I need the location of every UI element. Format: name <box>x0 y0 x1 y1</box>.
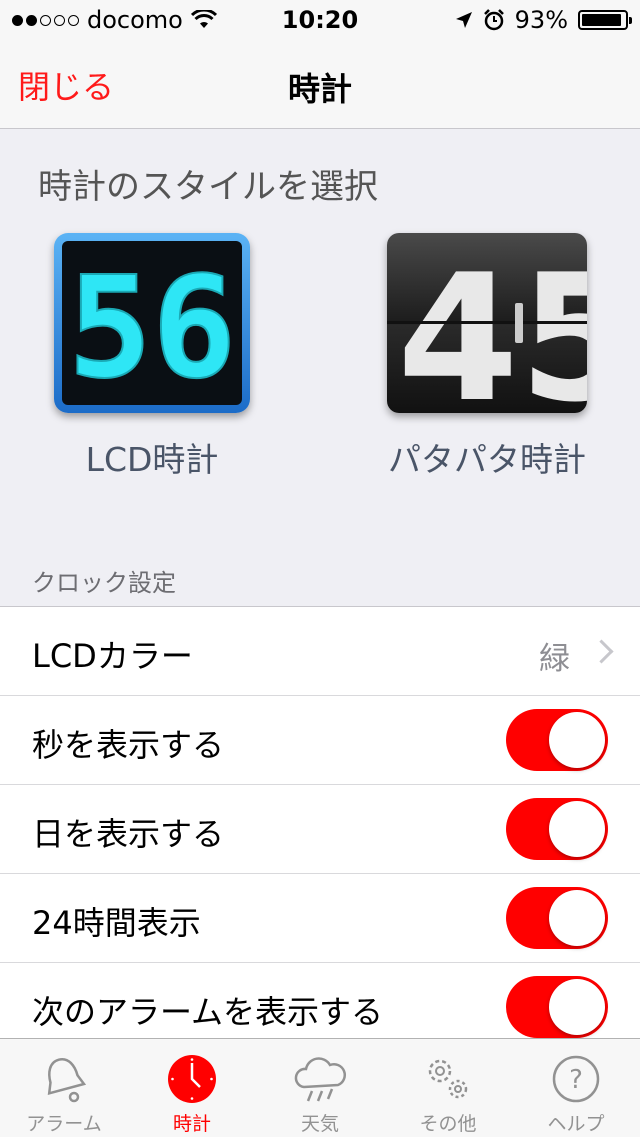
clock-icon <box>164 1051 220 1107</box>
clock-settings-header: クロック設定 <box>32 569 176 597</box>
flip-digits: 45 <box>387 238 587 413</box>
lcd-clock-label: LCD時計 <box>85 440 219 479</box>
flip-clock-label: パタパタ時計 <box>388 440 586 479</box>
status-bar: docomo 10:20 93% <box>0 0 640 40</box>
tab-clock-label: 時計 <box>172 1113 211 1135</box>
lcd-digits: 56 <box>67 248 237 398</box>
tab-alarm-label: アラーム <box>26 1113 102 1135</box>
lcd-clock-preview-icon: 56 <box>54 233 250 413</box>
location-arrow-icon <box>455 12 472 28</box>
lcd-color-value: 緑 <box>539 641 570 677</box>
clock-style-heading: 時計のスタイルを選択 <box>38 167 378 207</box>
show-date-label: 日を表示する <box>32 815 225 853</box>
weather-icon <box>292 1051 348 1107</box>
tab-alarm[interactable]: アラーム <box>0 1039 128 1137</box>
clock-settings-table: LCDカラー 緑 秒を表示する 日を表示する 24時間表示 次のアラームを表示す… <box>0 606 640 1052</box>
clock-style-section: 時計のスタイルを選択 56 LCD時計 45 パタパタ時計 <box>0 129 640 559</box>
next-alarm-toggle[interactable] <box>506 976 608 1038</box>
gears-icon <box>420 1051 476 1107</box>
battery-icon <box>578 10 632 30</box>
svg-text:56: 56 <box>68 248 237 398</box>
chevron-right-icon <box>589 639 614 664</box>
tab-bar: アラーム 時計 天気 その他 ? ヘルプ <box>0 1038 640 1137</box>
flip-clock-preview-icon: 45 <box>387 233 587 413</box>
alarm-clock-icon <box>483 9 504 31</box>
lcd-color-row[interactable]: LCDカラー 緑 <box>0 607 640 696</box>
show-seconds-row: 秒を表示する <box>0 696 640 785</box>
24-hour-toggle[interactable] <box>506 887 608 949</box>
status-right: 93% <box>455 6 632 34</box>
lcd-color-label: LCDカラー <box>32 637 193 675</box>
24-hour-row: 24時間表示 <box>0 874 640 963</box>
svg-text:?: ? <box>569 1065 583 1095</box>
svg-text:45: 45 <box>397 238 587 413</box>
bell-icon <box>36 1051 92 1107</box>
battery-percent: 93% <box>514 6 568 34</box>
navigation-bar: 閉じる 時計 <box>0 40 640 129</box>
show-date-toggle[interactable] <box>506 798 608 860</box>
flip-clock-option[interactable]: 45 パタパタ時計 <box>387 233 587 481</box>
show-date-row: 日を表示する <box>0 785 640 874</box>
next-alarm-label: 次のアラームを表示する <box>32 993 384 1031</box>
help-icon: ? <box>548 1051 604 1107</box>
show-seconds-toggle[interactable] <box>506 709 608 771</box>
24-hour-label: 24時間表示 <box>32 904 201 942</box>
tab-weather-label: 天気 <box>300 1113 339 1135</box>
tab-help-label: ヘルプ <box>547 1113 605 1135</box>
tab-clock[interactable]: 時計 <box>128 1039 256 1137</box>
tab-other[interactable]: その他 <box>384 1039 512 1137</box>
page-title: 時計 <box>287 70 352 108</box>
tab-weather[interactable]: 天気 <box>256 1039 384 1137</box>
show-seconds-label: 秒を表示する <box>32 726 225 764</box>
tab-other-label: その他 <box>419 1113 477 1135</box>
tab-help[interactable]: ? ヘルプ <box>512 1039 640 1137</box>
lcd-clock-option[interactable]: 56 LCD時計 <box>52 233 252 481</box>
